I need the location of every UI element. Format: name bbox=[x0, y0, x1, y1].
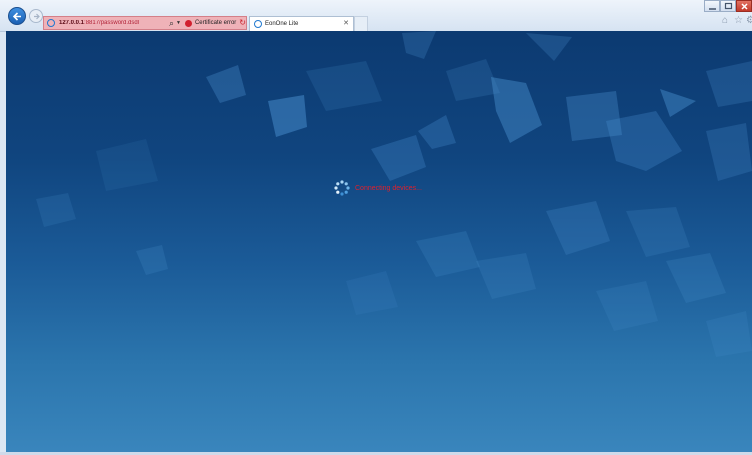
refresh-icon[interactable]: ↻ bbox=[239, 18, 246, 28]
forward-button[interactable] bbox=[29, 9, 43, 23]
tab-title: EonOne Lite bbox=[265, 21, 299, 27]
tab-eonone-lite[interactable]: EonOne Lite ✕ bbox=[249, 16, 354, 31]
ie-icon bbox=[254, 20, 262, 28]
home-icon[interactable]: ⌂ bbox=[722, 15, 728, 27]
new-tab-button[interactable] bbox=[354, 16, 368, 31]
maximize-button[interactable] bbox=[720, 0, 736, 12]
close-icon bbox=[741, 3, 748, 10]
tools-icon[interactable]: ⚙ bbox=[746, 15, 752, 27]
close-icon[interactable]: ✕ bbox=[343, 20, 349, 28]
status-text: Connecting devices... bbox=[355, 184, 422, 192]
certificate-error-label[interactable]: Certificate error bbox=[195, 20, 236, 26]
minimize-button[interactable] bbox=[704, 0, 720, 12]
dropdown-icon[interactable]: ▼ bbox=[176, 20, 181, 26]
url-host: 127.0.0.1 bbox=[59, 20, 85, 26]
ie-icon bbox=[47, 19, 55, 27]
spinner-icon bbox=[334, 180, 350, 196]
browser-chrome: 127.0.0.1:8817/password.dsdl ⌕ ▼ Certifi… bbox=[0, 0, 752, 32]
favorites-icon[interactable]: ☆ bbox=[734, 15, 743, 27]
address-bar[interactable]: 127.0.0.1:8817/password.dsdl ⌕ ▼ Certifi… bbox=[43, 16, 247, 30]
url-text[interactable]: 127.0.0.1:8817/password.dsdl bbox=[59, 20, 167, 26]
back-button[interactable] bbox=[8, 7, 26, 25]
loading-indicator: Connecting devices... bbox=[334, 180, 422, 196]
window-close-button[interactable] bbox=[736, 0, 752, 12]
certificate-error-icon[interactable] bbox=[184, 19, 192, 27]
forward-icon bbox=[34, 13, 40, 20]
url-path: :8817/password.dsdl bbox=[84, 20, 140, 26]
back-icon bbox=[12, 12, 21, 21]
page-content: Connecting devices... bbox=[6, 31, 752, 455]
background-polygons bbox=[36, 31, 752, 357]
minimize-icon bbox=[709, 8, 716, 10]
search-icon[interactable]: ⌕ bbox=[169, 18, 174, 28]
maximize-icon bbox=[724, 2, 733, 10]
